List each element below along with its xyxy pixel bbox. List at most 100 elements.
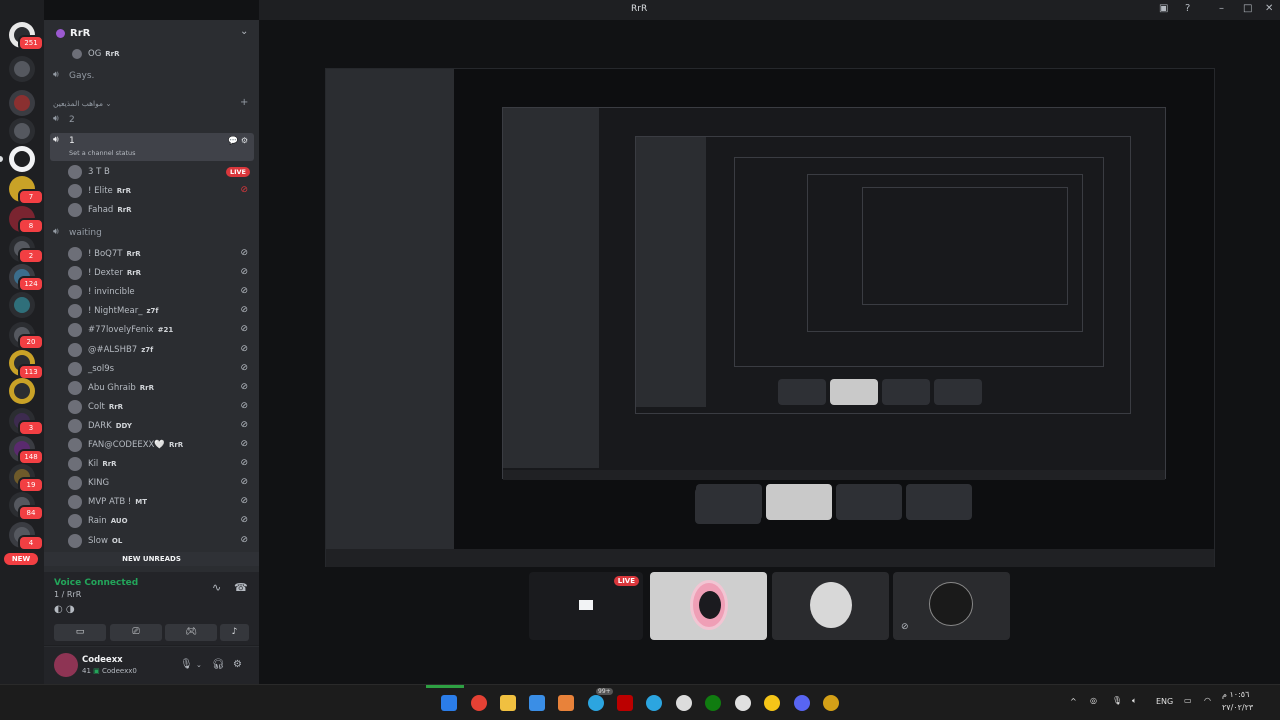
- app-icon[interactable]: [735, 695, 751, 711]
- server-icon[interactable]: [9, 118, 35, 144]
- voice-member[interactable]: Rain AUO ⊘: [64, 512, 254, 530]
- volume-icon[interactable]: 🔈︎: [1132, 696, 1137, 706]
- voice-member[interactable]: #77lovelyFenix #21 ⊘: [64, 321, 254, 339]
- disconnect-icon[interactable]: ☎: [234, 581, 248, 594]
- xbox-icon[interactable]: [705, 695, 721, 711]
- voice-member[interactable]: DARK DDY ⊘: [64, 417, 254, 435]
- telegram-icon[interactable]: [646, 695, 662, 711]
- participant-tile[interactable]: ⊘: [893, 572, 1010, 640]
- participant-tile[interactable]: [772, 572, 889, 640]
- voice-member[interactable]: @#ALSHB7 z7f ⊘: [64, 341, 254, 359]
- netflix-icon[interactable]: [617, 695, 633, 711]
- server-status-dot: [56, 29, 65, 38]
- voice-member[interactable]: ! BoQ7T RrR ⊘: [64, 245, 254, 263]
- chevron-down-icon[interactable]: ⌄: [240, 26, 248, 37]
- voice-member[interactable]: ! invincible ⊘: [64, 283, 254, 301]
- chrome-icon[interactable]: [471, 695, 487, 711]
- new-pill[interactable]: NEW: [4, 553, 38, 565]
- muted-icon: ⊘: [240, 458, 248, 469]
- voice-member[interactable]: ! NightMear_ z7f ⊘: [64, 302, 254, 320]
- voice-member[interactable]: ! Elite RrR ⊘: [64, 182, 254, 200]
- member-tag: RrR: [105, 50, 120, 58]
- shared-screen[interactable]: [325, 68, 1215, 567]
- server-icon[interactable]: [9, 90, 35, 116]
- avatar: [68, 184, 82, 198]
- participant-tile-stream[interactable]: LIVE: [529, 572, 643, 640]
- voice-connected-panel: Voice Connected 1 / RrR ∿ ☎ ◐ ◑ ▭ ⎚ 🎮︎ ♪: [44, 572, 259, 646]
- voice-channel-gays[interactable]: 🔊︎ Gays.: [50, 68, 254, 86]
- store-icon[interactable]: [529, 695, 545, 711]
- microphone-icon[interactable]: 🎙︎: [180, 659, 193, 670]
- new-unreads-bar[interactable]: NEW UNREADS: [44, 552, 259, 566]
- activity-button[interactable]: 🎮︎: [165, 624, 217, 641]
- steam-icon[interactable]: [676, 695, 692, 711]
- voice-channel-waiting[interactable]: 🔊︎ waiting: [50, 225, 254, 243]
- inbox-icon[interactable]: ▣: [1159, 3, 1168, 14]
- help-icon[interactable]: ?: [1185, 3, 1190, 14]
- channel-status[interactable]: Set a channel status: [69, 149, 136, 157]
- server-badge: 84: [18, 505, 44, 521]
- voice-member[interactable]: _sol9s ⊘: [64, 360, 254, 378]
- voice-member[interactable]: Fahad RrR: [64, 201, 254, 219]
- activity-icon[interactable]: ◐ ◑: [54, 604, 75, 615]
- soundboard-button[interactable]: ♪: [220, 624, 249, 641]
- voice-member[interactable]: 3 T B LIVE: [64, 163, 254, 181]
- deafened-icon: ⊘: [240, 185, 248, 195]
- file-explorer-icon[interactable]: [500, 695, 516, 711]
- monitor-icon[interactable]: ▭: [1184, 696, 1192, 705]
- start-icon[interactable]: [441, 695, 457, 711]
- discord-icon[interactable]: [794, 695, 810, 711]
- voice-member[interactable]: MVP ATB ! MT ⊘: [64, 493, 254, 511]
- voice-member[interactable]: Slow OL ⊘: [64, 532, 254, 550]
- clock-date[interactable]: ٢٧/٠٢/٢٣: [1222, 703, 1253, 712]
- voice-member[interactable]: KING ⊘: [64, 474, 254, 492]
- participant-tile[interactable]: [650, 572, 767, 640]
- channel-name: Gays.: [69, 71, 95, 81]
- member-tag: MT: [135, 498, 148, 507]
- voice-member[interactable]: ! Dexter RrR ⊘: [64, 264, 254, 282]
- camera-button[interactable]: ▭: [54, 624, 106, 641]
- server-icon[interactable]: [9, 292, 35, 318]
- screen-share-button[interactable]: ⎚: [110, 624, 162, 641]
- voice-member[interactable]: Colt RrR ⊘: [64, 398, 254, 416]
- microphone-icon[interactable]: 🎙︎: [1112, 696, 1122, 705]
- minimize-icon[interactable]: –: [1219, 3, 1224, 14]
- clock-time[interactable]: ١٠:٥٦ م: [1222, 690, 1249, 699]
- user-avatar[interactable]: [54, 653, 78, 677]
- avatar: [68, 476, 82, 491]
- channel-actions-icon[interactable]: 💬 ⚙: [228, 136, 248, 145]
- member-tag: OL: [111, 536, 123, 545]
- language-indicator[interactable]: ENG: [1156, 697, 1173, 706]
- voice-member[interactable]: OG RrR: [64, 45, 254, 63]
- wifi-icon[interactable]: ◠: [1204, 696, 1211, 705]
- chevron-down-icon[interactable]: ⌄: [196, 661, 202, 669]
- voice-member[interactable]: FAN@CODEEXX🤍 RrR ⊘: [64, 436, 254, 454]
- category-header[interactable]: مواهب المذيعين ⌄ +: [53, 97, 253, 108]
- telegram-icon[interactable]: [588, 695, 604, 711]
- maximize-icon[interactable]: □: [1243, 3, 1252, 14]
- app-icon[interactable]: [823, 695, 839, 711]
- voice-member[interactable]: Abu Ghraib RrR ⊘: [64, 379, 254, 397]
- headphones-icon[interactable]: 🎧︎: [212, 659, 225, 670]
- recursive-tile: [778, 379, 826, 405]
- voice-channel-1[interactable]: 🔊︎ 1 Set a channel status 💬 ⚙: [50, 133, 254, 161]
- close-icon[interactable]: ✕: [1265, 3, 1273, 14]
- noise-suppression-icon[interactable]: ∿: [212, 581, 221, 594]
- server-icon[interactable]: [9, 56, 35, 82]
- server-icon[interactable]: [9, 378, 35, 404]
- voice-channel-2[interactable]: 🔊︎ 2: [50, 112, 254, 130]
- server-badge: 4: [18, 535, 44, 551]
- username[interactable]: Codeexx: [82, 655, 123, 665]
- voice-channel-label[interactable]: 1 / RrR: [54, 590, 81, 599]
- add-channel-icon[interactable]: +: [240, 97, 248, 108]
- tray-icon[interactable]: ◎: [1090, 696, 1097, 705]
- gear-icon[interactable]: ⚙: [233, 659, 242, 670]
- chevron-up-icon[interactable]: ^: [1070, 697, 1077, 706]
- muted-icon: ⊘: [240, 381, 248, 392]
- user-status: 41 ▣ Codeexx0: [82, 667, 137, 675]
- app-icon[interactable]: [764, 695, 780, 711]
- server-header[interactable]: RrR ⌄: [44, 20, 259, 48]
- server-icon-rrr[interactable]: [9, 146, 35, 172]
- app-icon[interactable]: [558, 695, 574, 711]
- voice-member[interactable]: Kil RrR ⊘: [64, 455, 254, 473]
